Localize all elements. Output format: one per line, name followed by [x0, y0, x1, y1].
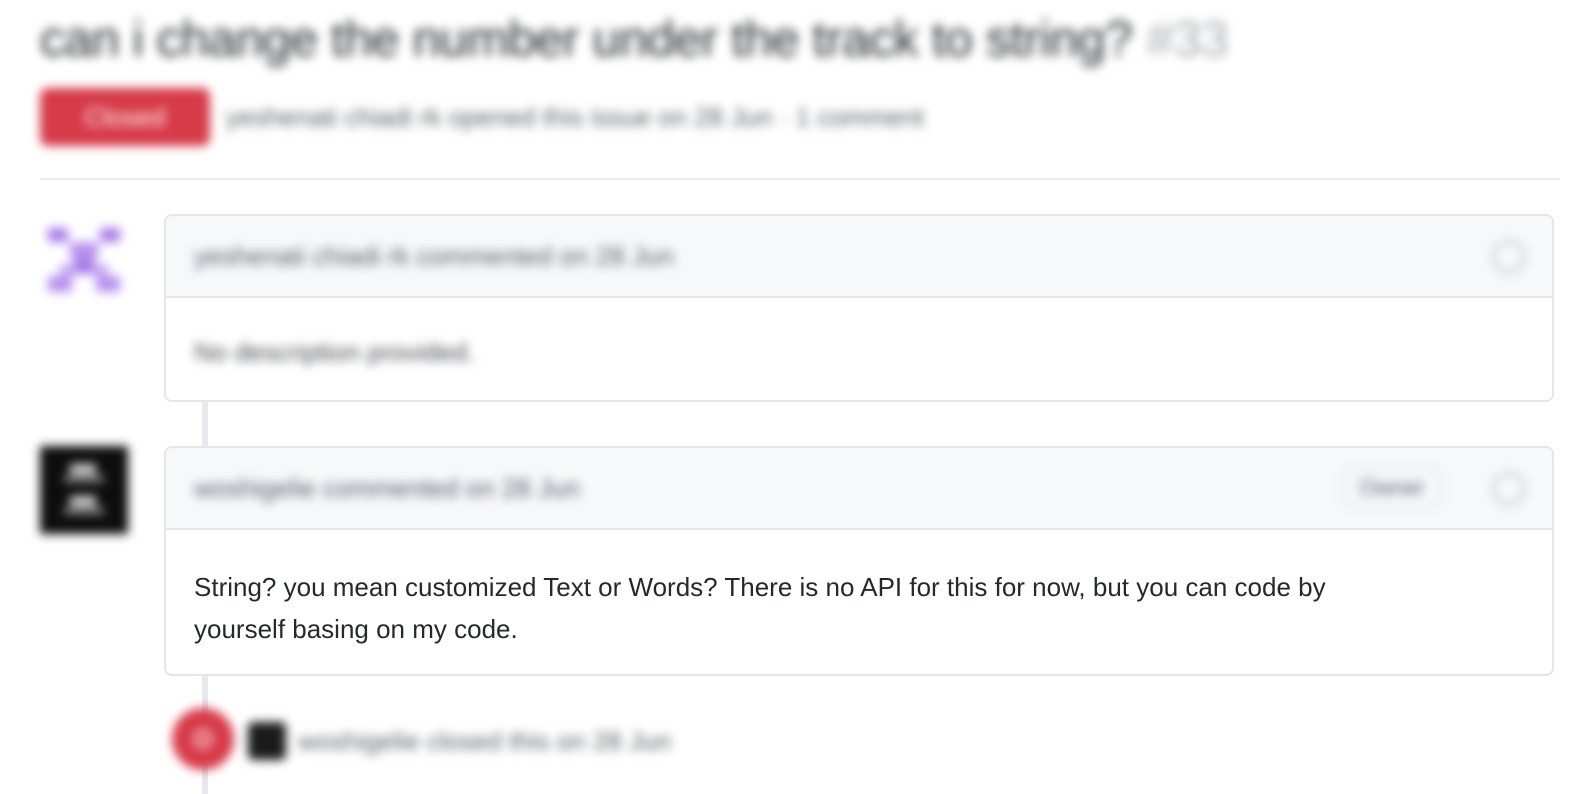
comment-header: yeshenati chiadi rk commented on 28 Jun — [166, 216, 1552, 298]
avatar[interactable] — [40, 446, 128, 534]
closed-event-icon — [172, 708, 234, 770]
header-divider — [40, 178, 1560, 180]
identicon-avatar-icon — [48, 228, 120, 292]
comment-1: yeshenati chiadi rk commented on 28 Jun … — [164, 214, 1554, 402]
avatar[interactable] — [40, 218, 128, 306]
status-badge-label: Closed — [84, 102, 166, 132]
comment-header-text: yeshenati chiadi rk commented on 28 Jun — [194, 241, 674, 271]
comment-body-line: yourself basing on my code. — [194, 614, 518, 644]
smiley-reaction-icon[interactable] — [1492, 240, 1526, 274]
issue-meta: yeshenati chiadi rk opened this issue on… — [226, 102, 925, 132]
issue-title-text: can i change the number under the track … — [40, 11, 1133, 67]
issue-title: can i change the number under the track … — [40, 6, 1560, 72]
comment-header: woshigelie commented on 28 Jun Owner — [166, 448, 1552, 530]
avatar[interactable] — [248, 722, 286, 760]
status-badge: Closed — [40, 88, 210, 146]
issue-number: #33 — [1146, 11, 1229, 67]
comment-body: String? you mean customized Text or Word… — [194, 566, 1514, 650]
closed-event-text: woshigelie closed this on 28 Jun — [298, 726, 671, 756]
smiley-reaction-icon[interactable] — [1492, 472, 1526, 506]
comment-2: woshigelie commented on 28 Jun Owner Str… — [164, 446, 1554, 676]
comment-body: No description provided. — [194, 337, 475, 367]
avatar-image-icon — [40, 446, 128, 534]
comment-body-line: String? you mean customized Text or Word… — [194, 572, 1326, 602]
owner-badge: Owner — [1342, 468, 1442, 508]
comment-header-text: woshigelie commented on 28 Jun — [194, 473, 580, 503]
